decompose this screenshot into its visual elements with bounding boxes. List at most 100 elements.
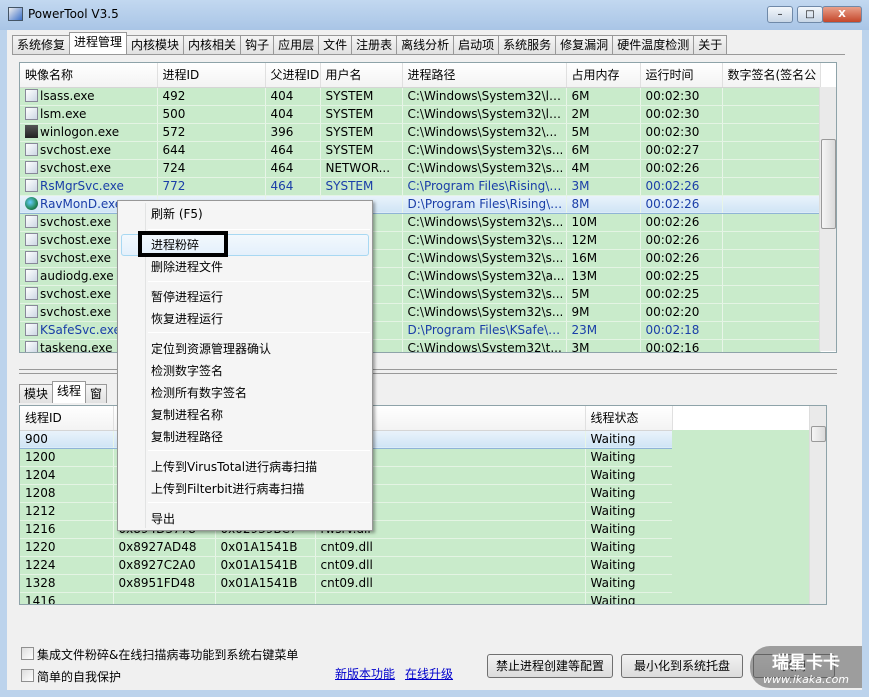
tab-10[interactable]: 系统服务 bbox=[498, 35, 557, 54]
tab-8[interactable]: 离线分析 bbox=[396, 35, 455, 54]
cell-text: C:\Windows\System32\s... bbox=[407, 233, 564, 247]
column-header[interactable]: 线程ID bbox=[20, 406, 114, 431]
cell-text: 00:02:26 bbox=[645, 197, 700, 211]
cell-text: 724 bbox=[162, 161, 186, 175]
table-row[interactable]: 1224 0x8927C2A0 0x01A1541B cnt09.dll Waiting bbox=[20, 556, 673, 575]
file-icon bbox=[25, 143, 38, 156]
tab-0[interactable]: 系统修复 bbox=[12, 35, 71, 54]
cell-text: SYSTEM bbox=[325, 107, 374, 121]
cell-text: 500 bbox=[162, 107, 186, 121]
menu-item-4[interactable]: 恢复进程运行 bbox=[151, 309, 223, 329]
cell-tid: 1216 bbox=[20, 520, 114, 539]
tab-1[interactable]: 进程管理 bbox=[69, 32, 128, 54]
online-update-link[interactable]: 在线升级 bbox=[405, 665, 453, 682]
cell-tid: 1200 bbox=[20, 448, 114, 467]
cell-ppid: 464 bbox=[265, 159, 321, 178]
cell-pid: 500 bbox=[157, 105, 266, 124]
tab-5[interactable]: 应用层 bbox=[273, 35, 320, 54]
menu-item-9[interactable]: 复制进程路径 bbox=[151, 427, 223, 447]
cell-signature bbox=[722, 159, 821, 178]
menu-item-11[interactable]: 上传到Filterbit进行病毒扫描 bbox=[151, 479, 304, 499]
table-row[interactable]: lsass.exe 492 404 SYSTEM C:\Windows\System32… bbox=[20, 87, 821, 106]
column-header[interactable]: 线程状态 bbox=[585, 406, 673, 431]
table-row[interactable]: RsMgrSvc.exe 772 464 SYSTEM C:\Program Files… bbox=[20, 177, 821, 196]
table-row[interactable]: 1416 Waiting bbox=[20, 592, 673, 604]
tab-12[interactable]: 硬件温度检测 bbox=[612, 35, 695, 54]
file-icon bbox=[25, 179, 38, 192]
menu-item-8[interactable]: 复制进程名称 bbox=[151, 405, 223, 425]
tab-11[interactable]: 修复漏洞 bbox=[555, 35, 614, 54]
table-row[interactable]: lsm.exe 500 404 SYSTEM C:\Windows\System32\l… bbox=[20, 105, 821, 124]
cell-name: lsass.exe bbox=[20, 87, 158, 106]
cell-text: 5M bbox=[571, 125, 590, 139]
lower-tab-2[interactable]: 窗 bbox=[85, 384, 108, 403]
cell-text: NETWOR... bbox=[325, 161, 391, 175]
process-scrollbar[interactable] bbox=[819, 87, 836, 351]
cell-text: 4M bbox=[571, 161, 590, 175]
integrate-context-menu-checkbox[interactable] bbox=[21, 647, 34, 660]
lower-tab-1[interactable]: 线程 bbox=[52, 381, 87, 403]
column-header[interactable]: 占用内存 bbox=[566, 63, 641, 88]
menu-item-12[interactable]: 导出 bbox=[151, 509, 175, 529]
cell-tid: 900 bbox=[20, 429, 114, 449]
thread-scrollbar[interactable] bbox=[809, 406, 826, 604]
menu-item-0[interactable]: 刷新 (F5) bbox=[151, 204, 203, 224]
tab-4[interactable]: 钩子 bbox=[240, 35, 275, 54]
cell-path: C:\Windows\System32\... bbox=[402, 123, 567, 142]
context-menu: 刷新 (F5) 进程粉碎 删除进程文件 暂停进程运行 恢复进程运行定位到资源管理器确认检… bbox=[117, 200, 373, 531]
table-row[interactable]: svchost.exe 644 464 SYSTEM C:\Windows\System… bbox=[20, 141, 821, 160]
cell-text: svchost.exe bbox=[40, 233, 111, 247]
maximize-button[interactable]: □ bbox=[797, 6, 823, 23]
cell-path: C:\Windows\System32\s... bbox=[402, 141, 567, 160]
column-header[interactable]: 进程ID bbox=[157, 63, 266, 88]
cell-path: C:\Windows\System32\ls... bbox=[402, 87, 567, 106]
menu-item-2[interactable]: 删除进程文件 bbox=[151, 257, 223, 277]
menu-item-7[interactable]: 检测所有数字签名 bbox=[151, 383, 247, 403]
column-header[interactable]: 数字签名(签名公 bbox=[722, 63, 821, 88]
tab-7[interactable]: 注册表 bbox=[351, 35, 398, 54]
menu-item-3[interactable]: 暂停进程运行 bbox=[151, 287, 223, 307]
column-header[interactable]: 用户名 bbox=[320, 63, 403, 88]
table-row[interactable]: 1328 0x8951FD48 0x01A1541B cnt09.dll Waiting bbox=[20, 574, 673, 593]
menu-separator bbox=[148, 450, 370, 451]
column-header[interactable]: 映像名称 bbox=[20, 63, 158, 88]
minimize-button[interactable]: – bbox=[767, 6, 793, 23]
column-header[interactable]: 进程路径 bbox=[402, 63, 567, 88]
cell-text: 464 bbox=[270, 179, 294, 193]
tab-13[interactable]: 关于 bbox=[693, 35, 728, 54]
cell-state: Waiting bbox=[585, 448, 673, 467]
table-row[interactable]: winlogon.exe 572 396 SYSTEM C:\Windows\Syste… bbox=[20, 123, 821, 142]
table-row[interactable]: svchost.exe 724 464 NETWOR... C:\Windows\Sys… bbox=[20, 159, 821, 178]
lower-tab-0[interactable]: 模块 bbox=[19, 384, 54, 403]
scroll-thumb[interactable] bbox=[811, 426, 826, 442]
cell-text: 00:02:30 bbox=[645, 89, 700, 103]
cell-time: 00:02:20 bbox=[640, 303, 723, 322]
column-header[interactable]: 运行时间 bbox=[640, 63, 723, 88]
cell-text: lsm.exe bbox=[40, 107, 87, 121]
self-protection-checkbox[interactable] bbox=[21, 669, 34, 682]
cell-text: C:\Windows\System32\s... bbox=[407, 143, 564, 157]
tab-2[interactable]: 内核模块 bbox=[126, 35, 185, 54]
new-features-link[interactable]: 新版本功能 bbox=[335, 665, 395, 682]
tab-3[interactable]: 内核相关 bbox=[183, 35, 242, 54]
scroll-thumb[interactable] bbox=[821, 139, 836, 229]
cell-text: 00:02:25 bbox=[645, 269, 700, 283]
column-header[interactable]: 父进程ID bbox=[265, 63, 321, 88]
menu-item-6[interactable]: 检测数字签名 bbox=[151, 361, 223, 381]
menu-item-1[interactable]: 进程粉碎 bbox=[151, 235, 199, 255]
cell-text: audiodg.exe bbox=[40, 269, 114, 283]
tab-9[interactable]: 启动项 bbox=[453, 35, 500, 54]
cell-time: 00:02:30 bbox=[640, 105, 723, 124]
file-icon bbox=[25, 215, 38, 228]
table-row[interactable]: 1220 0x8927AD48 0x01A1541B cnt09.dll Waiting bbox=[20, 538, 673, 557]
close-button[interactable]: X bbox=[822, 6, 862, 23]
cell-user: SYSTEM bbox=[320, 105, 403, 124]
tab-6[interactable]: 文件 bbox=[318, 35, 353, 54]
block-process-creation-button[interactable]: 禁止进程创建等配置 bbox=[487, 654, 613, 678]
menu-item-10[interactable]: 上传到VirusTotal进行病毒扫描 bbox=[151, 457, 317, 477]
cell-mem: 10M bbox=[566, 213, 641, 232]
minimize-to-tray-button[interactable]: 最小化到系统托盘 bbox=[621, 654, 743, 678]
cell-signature bbox=[722, 87, 821, 106]
cell-text: 13M bbox=[571, 269, 598, 283]
menu-item-5[interactable]: 定位到资源管理器确认 bbox=[151, 339, 271, 359]
